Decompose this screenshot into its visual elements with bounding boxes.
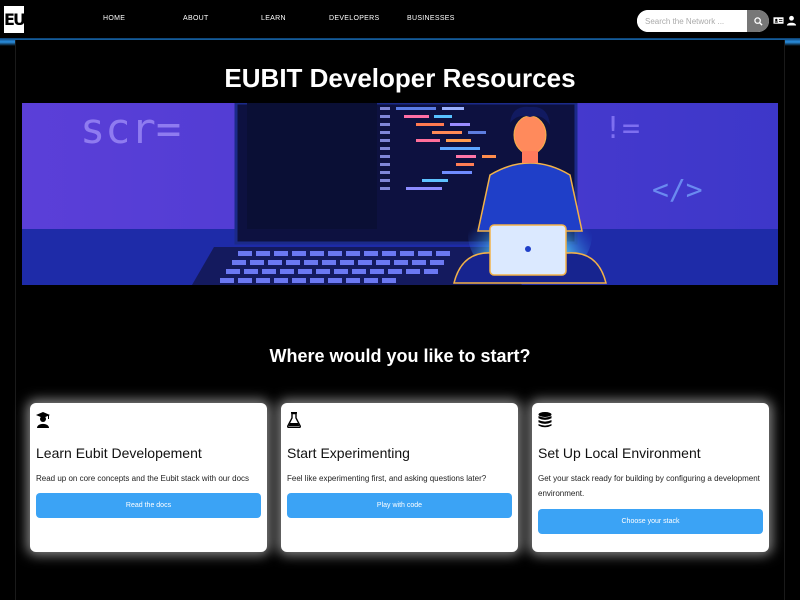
choose-stack-button[interactable]: Choose your stack [538, 509, 763, 534]
section-subtitle: Where would you like to start? [269, 346, 531, 366]
card-description: Feel like experimenting first, and askin… [287, 474, 487, 483]
nav-businesses[interactable]: BUSINESSES [407, 15, 455, 22]
search-input[interactable] [637, 10, 747, 32]
search-button[interactable] [747, 10, 769, 32]
top-navigation: EU HOME ABOUT LEARN DEVELOPERS BUSINESSE… [0, 0, 800, 40]
card-local-env: Set Up Local Environment Get your stack … [532, 403, 769, 552]
card-title: Start Experimenting [287, 445, 410, 461]
nav-learn[interactable]: LEARN [261, 15, 286, 22]
card-description: Get your stack ready for building by con… [538, 474, 760, 498]
card-learn: Learn Eubit Developement Read up on core… [30, 403, 267, 552]
play-with-code-button[interactable]: Play with code [287, 493, 512, 518]
search-box [637, 10, 769, 32]
card-title: Set Up Local Environment [538, 445, 701, 461]
user-icon[interactable] [786, 15, 797, 26]
search-icon [753, 16, 763, 26]
page-title: EUBIT Developer Resources [224, 63, 576, 93]
read-docs-button[interactable]: Read the docs [36, 493, 261, 518]
hero-banner: scr= != </> [22, 103, 778, 285]
nav-developers[interactable]: DEVELOPERS [329, 15, 379, 22]
hero-tag-symbol: </> [652, 173, 703, 206]
card-title: Learn Eubit Developement [36, 445, 202, 461]
id-card-icon[interactable] [773, 15, 784, 26]
database-icon [538, 412, 552, 428]
nav-about[interactable]: ABOUT [183, 15, 209, 22]
card-description: Read up on core concepts and the Eubit s… [36, 474, 250, 483]
flask-icon [287, 412, 301, 428]
nav-home[interactable]: HOME [103, 15, 125, 22]
card-experiment: Start Experimenting Feel like experiment… [281, 403, 518, 552]
hero-code-text: scr= [80, 104, 181, 153]
hero-code-symbol: != [604, 111, 640, 146]
graduate-icon [36, 412, 50, 428]
